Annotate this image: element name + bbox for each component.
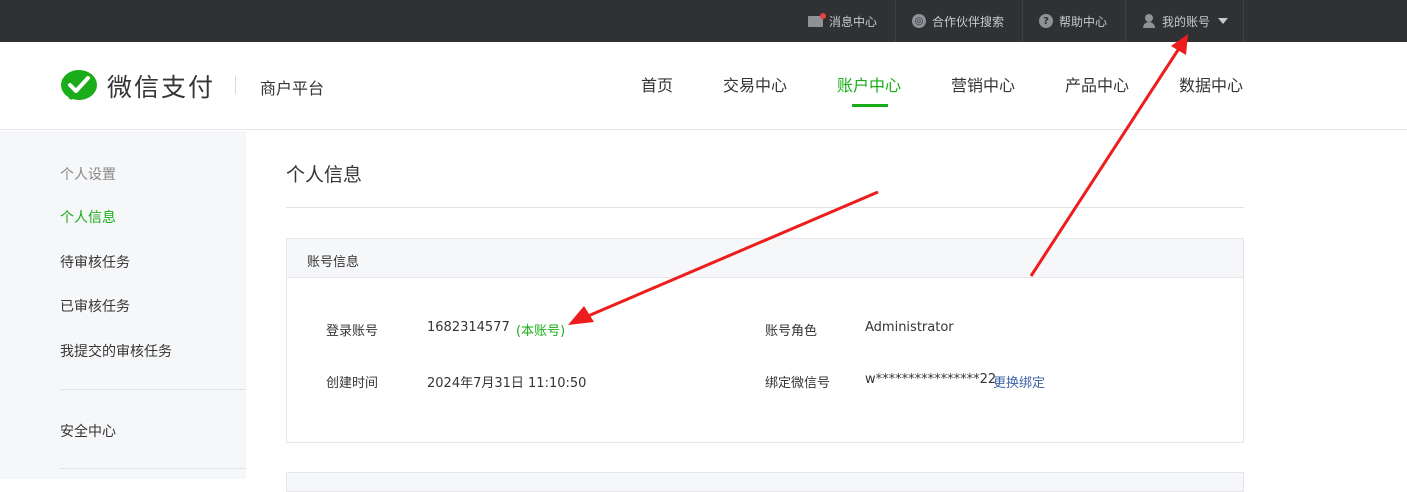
help-link[interactable]: ? 帮助中心 — [1039, 0, 1107, 42]
sidebar-group-title: 个人设置 — [60, 167, 116, 183]
sidebar-item-security[interactable]: 安全中心 — [60, 421, 116, 441]
wechat-pay-logo-icon[interactable] — [60, 69, 98, 104]
divider — [895, 0, 896, 42]
this-account-tag: (本账号) — [516, 324, 566, 339]
change-binding-link[interactable]: 更换绑定 — [993, 372, 1045, 391]
bound-wechat-value: w****************22 — [865, 372, 997, 387]
divider — [1125, 0, 1126, 42]
partner-search-link[interactable]: ◎ 合作伙伴搜索 — [912, 0, 1004, 42]
brand-name: 微信支付 — [107, 73, 216, 102]
account-role-value: Administrator — [865, 320, 954, 335]
next-panel — [286, 472, 1244, 492]
nav-home[interactable]: 首页 — [641, 72, 673, 96]
my-account-menu[interactable]: 我的账号 — [1142, 0, 1229, 42]
main-header: 微信支付 商户平台 首页 交易中心 账户中心 营销中心 产品中心 数据中心 — [0, 42, 1407, 130]
divider — [1022, 0, 1023, 42]
active-nav-indicator — [852, 104, 888, 107]
envelope-icon — [808, 12, 826, 27]
nav-marketing-center[interactable]: 营销中心 — [951, 72, 1015, 96]
platform-name: 商户平台 — [260, 79, 325, 98]
panel-title: 账号信息 — [307, 255, 360, 270]
sidebar-item-pending-review[interactable]: 待审核任务 — [60, 252, 130, 272]
my-account-label: 我的账号 — [1162, 14, 1211, 29]
created-time-value: 2024年7月31日 11:10:50 — [427, 376, 587, 391]
top-bar: 消息中心 ◎ 合作伙伴搜索 ? 帮助中心 我的账号 — [0, 0, 1407, 42]
divider — [1243, 0, 1244, 42]
nav-trade-center[interactable]: 交易中心 — [723, 72, 787, 96]
divider — [60, 468, 246, 469]
help-icon: ? — [1039, 14, 1053, 28]
search-circle-icon: ◎ — [912, 14, 926, 28]
bound-wechat-label: 绑定微信号 — [765, 376, 831, 391]
account-role-label: 账号角色 — [765, 324, 818, 339]
sidebar-item-my-submitted[interactable]: 我提交的审核任务 — [60, 341, 172, 361]
partner-search-label: 合作伙伴搜索 — [932, 14, 1005, 29]
divider — [286, 207, 1244, 208]
account-info-panel: 账号信息 登录账号 1682314577 (本账号) 创建时间 2024年7月3… — [286, 238, 1244, 443]
help-label: 帮助中心 — [1059, 14, 1108, 29]
sidebar-item-reviewed[interactable]: 已审核任务 — [60, 296, 130, 316]
messages-label: 消息中心 — [829, 14, 878, 29]
nav-data-center[interactable]: 数据中心 — [1179, 72, 1243, 96]
login-account-value: 1682314577 — [427, 320, 510, 335]
created-time-label: 创建时间 — [326, 376, 379, 391]
login-account-label: 登录账号 — [326, 324, 379, 339]
sidebar-item-personal-info[interactable]: 个人信息 — [60, 207, 116, 227]
user-icon — [1142, 14, 1156, 28]
panel-header: 账号信息 — [287, 239, 1243, 278]
divider — [60, 389, 246, 390]
page-title: 个人信息 — [286, 164, 363, 186]
divider — [235, 76, 236, 94]
chevron-down-icon — [1218, 18, 1229, 24]
nav-product-center[interactable]: 产品中心 — [1065, 72, 1129, 96]
messages-link[interactable]: 消息中心 — [808, 0, 877, 42]
sidebar: 个人设置 个人信息 待审核任务 已审核任务 我提交的审核任务 安全中心 — [0, 131, 246, 479]
nav-account-center[interactable]: 账户中心 — [837, 72, 901, 96]
